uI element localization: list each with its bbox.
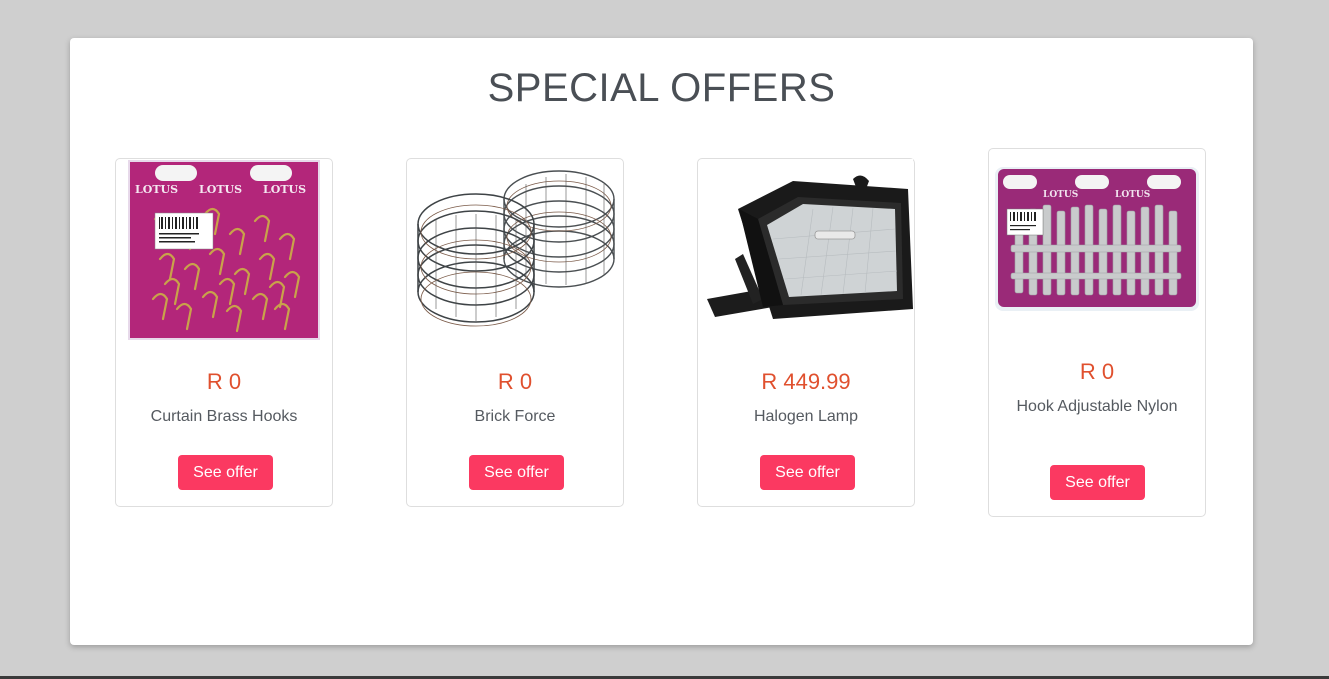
product-image-brass-hooks[interactable]: LOTUS LOTUS LOTUS [125,159,325,341]
svg-text:LOTUS: LOTUS [1115,190,1150,200]
svg-text:LOTUS: LOTUS [263,183,306,196]
svg-text:LOTUS: LOTUS [135,183,178,196]
product-name: Curtain Brass Hooks [150,408,298,425]
product-card-hook-adjustable-nylon: LOTUS LOTUS R 0 Hook Adjustable Nylon Se… [988,148,1206,517]
svg-text:LOTUS: LOTUS [199,183,242,196]
nylon-hooks-pack-icon: LOTUS LOTUS [993,165,1203,315]
product-price: R 0 [206,369,242,394]
brass-hooks-pack-icon: LOTUS LOTUS LOTUS [125,159,325,341]
product-name: Brick Force [474,408,556,425]
product-image-nylon-hooks[interactable]: LOTUS LOTUS [993,165,1203,315]
halogen-floodlight-icon [703,159,913,341]
product-card-brick-force: R 0 Brick Force See offer [406,158,624,507]
see-offer-button[interactable]: See offer [178,455,273,490]
product-name: Hook Adjustable Nylon [1016,398,1178,415]
product-image-brick-force[interactable] [416,159,616,341]
product-card-curtain-brass-hooks: LOTUS LOTUS LOTUS R 0 Curtain Brass Hook… [115,158,333,507]
product-price: R 449.99 [761,369,851,394]
page-title: SPECIAL OFFERS [487,66,836,110]
wire-coils-icon [416,159,616,341]
special-offers-panel: SPECIAL OFFERS LOTUS LOTUS LOTUS R 0 Cur… [70,38,1253,645]
svg-text:LOTUS: LOTUS [1043,190,1078,200]
see-offer-button[interactable]: See offer [1050,465,1145,500]
product-image-halogen-lamp[interactable] [703,159,913,341]
product-card-halogen-lamp: R 449.99 Halogen Lamp See offer [697,158,915,507]
see-offer-button[interactable]: See offer [469,455,564,490]
product-price: R 0 [497,369,533,394]
see-offer-button[interactable]: See offer [760,455,855,490]
product-price: R 0 [1079,359,1115,384]
product-name: Halogen Lamp [753,408,859,425]
